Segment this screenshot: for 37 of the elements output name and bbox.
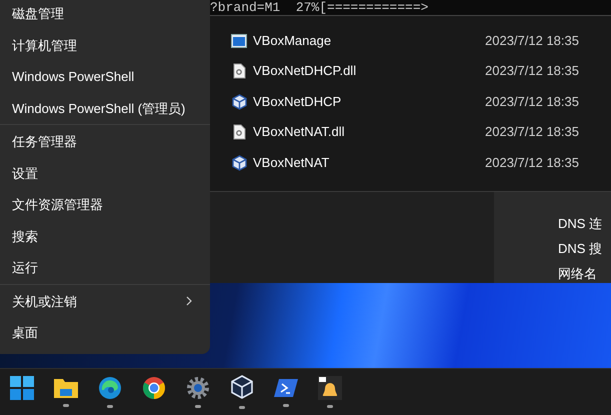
menu-item[interactable]: 文件资源管理器: [0, 189, 210, 220]
file-date: 2023/7/12 18:35: [485, 92, 579, 111]
window-icon: [231, 34, 247, 48]
file-name[interactable]: VBoxManage: [253, 30, 485, 50]
cube-icon: [232, 94, 246, 110]
prompt-icon[interactable]: [274, 377, 298, 399]
file-name[interactable]: VBoxNetNAT: [253, 152, 485, 172]
file-name[interactable]: VBoxNetDHCP.dll: [253, 61, 485, 81]
menu-item[interactable]: 任务管理器: [0, 126, 210, 158]
file-name[interactable]: VBoxNetNAT.dll: [253, 122, 485, 142]
menu-item[interactable]: 设置: [0, 158, 210, 189]
menu-item[interactable]: 磁盘管理: [0, 0, 210, 30]
panel-text: 网络名: [558, 265, 598, 283]
cube-icon[interactable]: [230, 375, 252, 401]
file-date: 2023/7/12 18:35: [485, 123, 579, 142]
menu-item[interactable]: 计算机管理: [0, 30, 210, 61]
settings-icon[interactable]: [186, 376, 210, 400]
file-date: 2023/7/12 18:35: [485, 32, 579, 50]
file-date: 2023/7/12 18:35: [485, 154, 579, 172]
swirl-icon[interactable]: [98, 376, 122, 400]
menu-item[interactable]: Windows PowerShell (管理员): [0, 92, 210, 124]
browser-ball-icon[interactable]: [142, 376, 166, 400]
panel-text: DNS 搜: [558, 240, 604, 258]
menu-item[interactable]: Windows PowerShell: [0, 61, 210, 92]
document-gear-icon: [232, 63, 246, 79]
document-gear-icon: [232, 124, 246, 140]
file-date: 2023/7/12 18:35: [485, 62, 579, 80]
windows-logo-icon[interactable]: [10, 376, 34, 400]
bell-icon[interactable]: [318, 376, 342, 400]
folder-icon[interactable]: [52, 377, 78, 399]
cube-icon: [232, 154, 246, 170]
menu-item[interactable]: 关机或注销: [0, 286, 210, 317]
file-name[interactable]: VBoxNetDHCP: [253, 92, 485, 112]
menu-item[interactable]: 运行: [0, 252, 210, 284]
menu-item[interactable]: 搜索: [0, 220, 210, 252]
menu-item[interactable]: 桌面: [0, 317, 210, 348]
panel-text: DNS 连: [558, 215, 604, 233]
